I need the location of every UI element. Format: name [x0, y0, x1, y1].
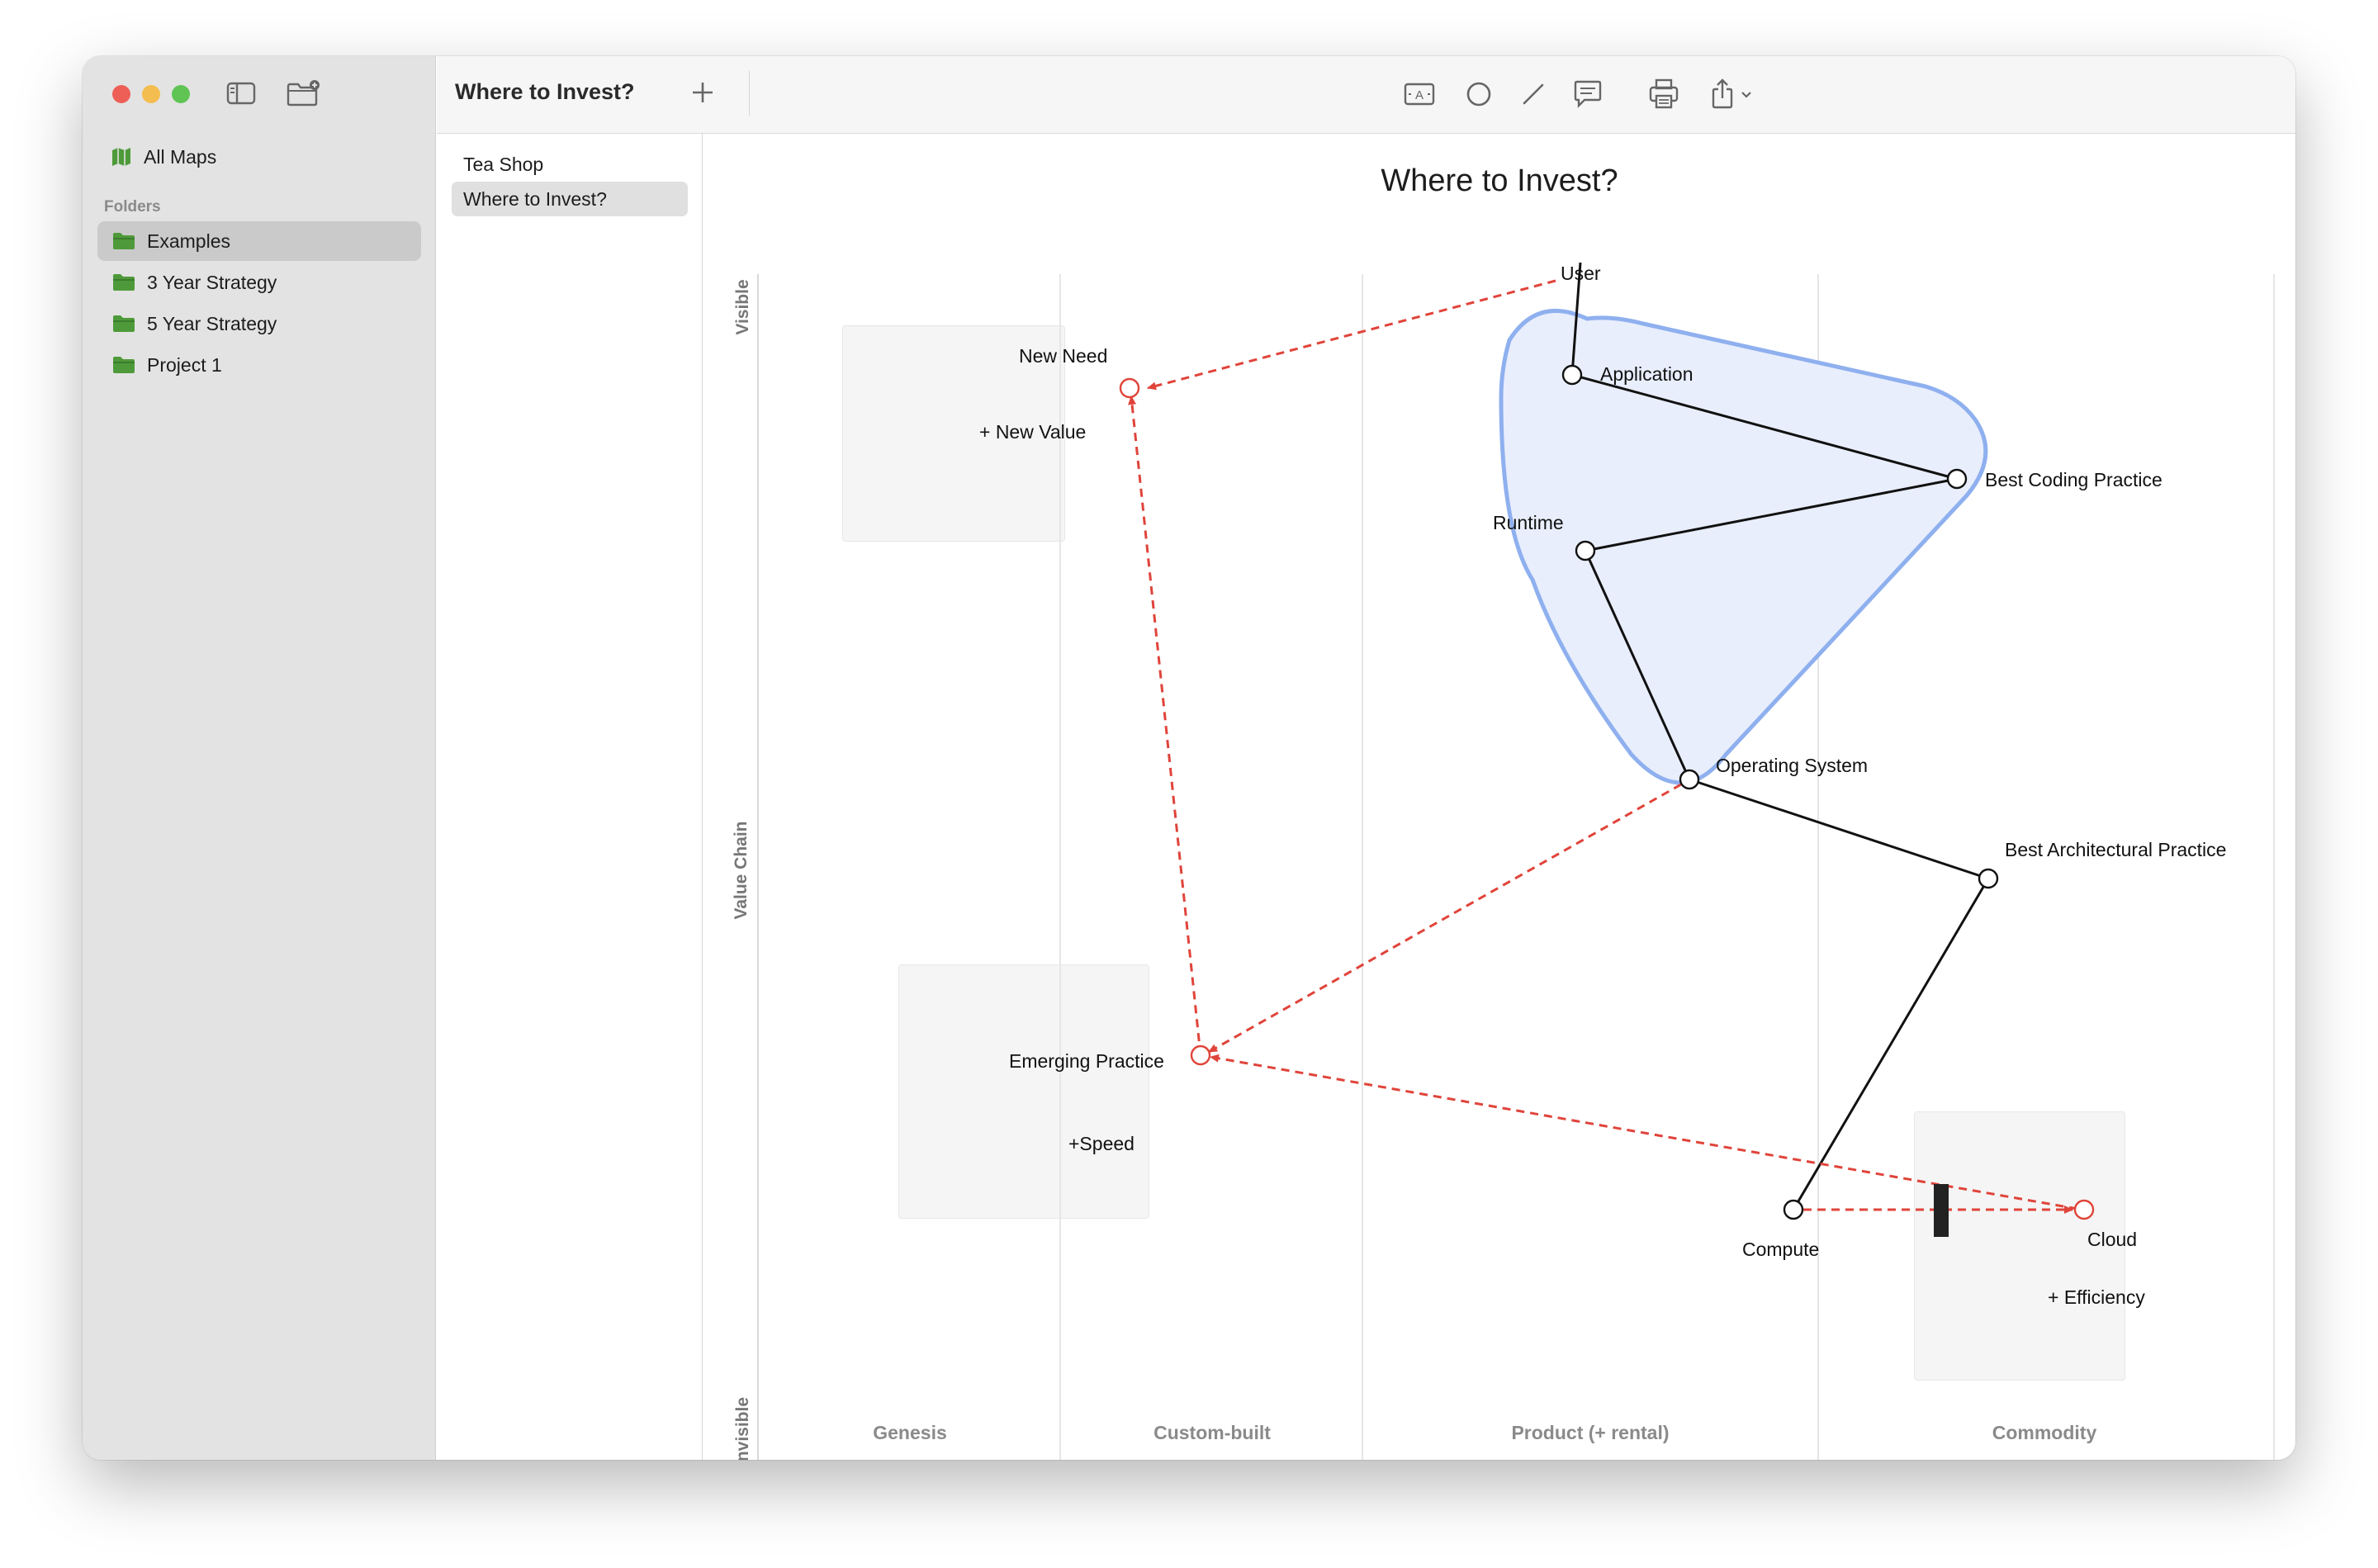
y-axis-invisible-label: Invisible [733, 1396, 752, 1460]
label-runtime[interactable]: Runtime [1493, 512, 1564, 534]
y-axis-visible-label: Visible [733, 279, 752, 335]
folder-item-5-year-strategy[interactable]: 5 Year Strategy [97, 304, 421, 343]
y-axis-label: Value Chain [732, 821, 751, 920]
arrow-operating-system-emerging-practice [1208, 783, 1682, 1054]
map-item-tea-shop[interactable]: Tea Shop [452, 147, 688, 182]
label-operating-system[interactable]: Operating System [1716, 755, 1868, 777]
line-icon[interactable] [1515, 76, 1551, 112]
node-emerging-practice [1190, 1045, 1211, 1066]
label-user[interactable]: User [1561, 263, 1601, 285]
toolbar: Where to Invest? A [437, 56, 2295, 134]
node-best-architectural-practice [1978, 868, 1999, 889]
folder-item-project-1[interactable]: Project 1 [97, 345, 421, 385]
x-axis-product: Product (+ rental) [1511, 1422, 1670, 1443]
folder-label: Examples [147, 230, 230, 252]
all-maps-item[interactable]: All Maps [111, 140, 216, 173]
node-compute [1783, 1199, 1804, 1220]
label-application[interactable]: Application [1600, 363, 1693, 386]
document-title: Where to Invest? [455, 79, 635, 104]
circle-icon[interactable] [1461, 76, 1497, 112]
node-best-coding-practice [1946, 468, 1968, 490]
label-cloud[interactable]: Cloud [2087, 1229, 2137, 1251]
folder-label: 5 Year Strategy [147, 312, 277, 334]
link-operating-system-best-architectural-practice [1689, 778, 1989, 880]
comment-icon[interactable] [1570, 76, 1606, 112]
folder-icon [113, 274, 135, 291]
share-icon[interactable] [1707, 76, 1760, 112]
link-best-architectural-practice-compute [1792, 878, 1990, 1210]
x-axis-custom-built: Custom-built [1153, 1422, 1271, 1443]
minimize-window-button[interactable] [142, 85, 160, 103]
all-maps-label: All Maps [144, 145, 217, 168]
svg-text:A: A [1415, 88, 1423, 102]
x-axis-genesis: Genesis [873, 1422, 947, 1443]
print-icon[interactable] [1646, 76, 1682, 112]
folder-item-examples[interactable]: Examples [97, 221, 421, 261]
label-emerging-practice[interactable]: Emerging Practice [1009, 1050, 1164, 1073]
chevron-down-icon [1741, 92, 1751, 98]
note-efficiency: + Efficiency [2048, 1286, 2145, 1308]
label-compute[interactable]: Compute [1742, 1239, 1819, 1261]
zoom-window-button[interactable] [172, 85, 190, 103]
folders-header: Folders [104, 198, 161, 216]
map-list: Tea Shop Where to Invest? [437, 134, 703, 1460]
folder-icon [113, 233, 135, 249]
toolbar-divider [749, 71, 750, 116]
window-controls [112, 85, 190, 103]
node-cloud [2073, 1199, 2095, 1220]
map-icon [112, 148, 130, 166]
text-box-icon[interactable]: A [1401, 76, 1438, 112]
note-new-value: + New Value [979, 421, 1087, 443]
sidebar-toggle-icon[interactable] [226, 81, 256, 106]
note-speed: +Speed [1068, 1133, 1135, 1154]
label-best-coding-practice[interactable]: Best Coding Practice [1985, 469, 2162, 491]
x-axis-commodity: Commodity [1992, 1422, 2097, 1443]
folder-label: 3 Year Strategy [147, 271, 277, 293]
inertia-marker [1934, 1184, 1949, 1237]
label-best-architectural-practice[interactable]: Best Architectural Practice [2005, 839, 2226, 861]
new-folder-icon[interactable] [286, 79, 320, 107]
node-new-need [1119, 377, 1140, 399]
map-canvas[interactable]: Where to Invest? Visible Value Chain Inv… [703, 134, 2295, 1460]
arrow-emerging-practice-new-need [1128, 396, 1202, 1056]
label-new-need[interactable]: New Need [1019, 345, 1107, 367]
app-window: All Maps Folders Examples 3 Year Strateg… [83, 56, 2295, 1460]
sidebar: All Maps Folders Examples 3 Year Strateg… [83, 56, 436, 1460]
add-map-button[interactable] [688, 78, 718, 107]
folder-label: Project 1 [147, 353, 222, 376]
map-item-where-to-invest[interactable]: Where to Invest? [452, 182, 688, 216]
folder-item-3-year-strategy[interactable]: 3 Year Strategy [97, 263, 421, 302]
close-window-button[interactable] [112, 85, 130, 103]
node-runtime [1575, 540, 1596, 561]
node-application [1561, 364, 1583, 386]
node-operating-system [1679, 769, 1700, 790]
wardley-map [757, 262, 2275, 1460]
folder-icon [113, 357, 135, 373]
arrow-user-new-need [1147, 279, 1556, 391]
folder-icon [113, 315, 135, 332]
